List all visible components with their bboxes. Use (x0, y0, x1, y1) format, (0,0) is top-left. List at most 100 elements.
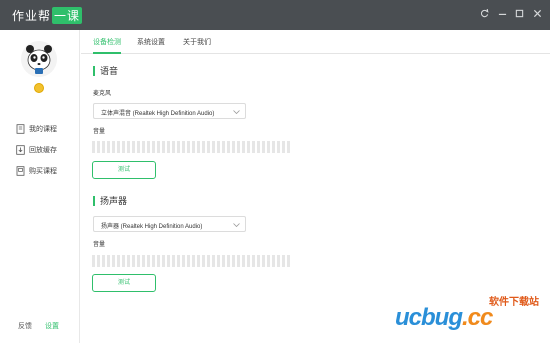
tab-bar: 设备检测 系统设置 关于我们 (81, 30, 550, 54)
meter-segment (287, 141, 290, 153)
chevron-down-icon (233, 110, 240, 114)
meter-segment (212, 141, 215, 153)
sidebar-item-replay-cache[interactable]: 回放缓存 (16, 143, 57, 157)
sidebar-item-my-courses[interactable]: 我的课程 (16, 122, 57, 136)
chevron-down-icon (233, 223, 240, 227)
meter-segment (277, 255, 280, 267)
meter-segment (207, 141, 210, 153)
meter-segment (267, 141, 270, 153)
meter-segment (92, 141, 95, 153)
watermark-brand-b: .cc (462, 304, 493, 331)
mic-select[interactable]: 立体声混音 (Realtek High Definition Audio) (93, 103, 246, 119)
meter-segment (282, 255, 285, 267)
title-bar: 作业帮 一课 (0, 0, 550, 30)
meter-segment (147, 141, 150, 153)
watermark-text: 软件下载站 (489, 297, 539, 308)
meter-segment (202, 141, 205, 153)
meter-segment (242, 255, 245, 267)
meter-segment (257, 255, 260, 267)
meter-segment (142, 255, 145, 267)
sidebar-item-label: 我的课程 (29, 126, 57, 133)
meter-segment (202, 255, 205, 267)
meter-segment (117, 141, 120, 153)
meter-segment (142, 141, 145, 153)
meter-segment (122, 141, 125, 153)
mic-volume-label: 音量 (93, 129, 106, 135)
meter-segment (152, 255, 155, 267)
meter-segment (102, 141, 105, 153)
speaker-volume-meter (92, 255, 291, 267)
meter-segment (122, 255, 125, 267)
meter-segment (152, 141, 155, 153)
feedback-link[interactable]: 反馈 (18, 321, 32, 331)
maximize-icon[interactable] (513, 7, 525, 21)
meter-segment (177, 141, 180, 153)
refresh-icon[interactable] (478, 7, 490, 21)
meter-segment (192, 141, 195, 153)
meter-segment (102, 255, 105, 267)
meter-segment (157, 255, 160, 267)
meter-segment (172, 255, 175, 267)
meter-segment (237, 141, 240, 153)
meter-segment (222, 255, 225, 267)
meter-segment (162, 255, 165, 267)
meter-segment (162, 141, 165, 153)
meter-segment (287, 255, 290, 267)
meter-segment (227, 141, 230, 153)
meter-segment (127, 255, 130, 267)
meter-segment (192, 255, 195, 267)
meter-segment (172, 141, 175, 153)
meter-segment (272, 255, 275, 267)
tab-system-settings[interactable]: 系统设置 (137, 37, 165, 52)
meter-segment (177, 255, 180, 267)
sidebar-item-buy-courses[interactable]: 购买课程 (16, 164, 57, 178)
speaker-select[interactable]: 扬声器 (Realtek High Definition Audio) (93, 216, 246, 232)
meter-segment (167, 141, 170, 153)
app-title-badge: 一课 (52, 7, 83, 24)
minimize-icon[interactable] (496, 7, 508, 21)
cart-icon (16, 166, 25, 176)
meter-segment (167, 255, 170, 267)
meter-segment (182, 255, 185, 267)
meter-segment (217, 141, 220, 153)
tab-device-check[interactable]: 设备检测 (93, 37, 121, 54)
watermark-brand: ucbug.cc (395, 304, 493, 332)
watermark-brand-a: ucbug (395, 304, 463, 331)
voice-section-title: 语音 (93, 66, 118, 76)
speaker-select-value: 扬声器 (Realtek High Definition Audio) (101, 224, 203, 230)
download-icon (16, 145, 25, 155)
meter-segment (137, 141, 140, 153)
avatar[interactable] (21, 41, 57, 77)
meter-segment (107, 255, 110, 267)
speaker-volume-label: 音量 (93, 242, 106, 248)
meter-segment (217, 255, 220, 267)
meter-segment (117, 255, 120, 267)
meter-segment (212, 255, 215, 267)
meter-segment (277, 141, 280, 153)
meter-segment (242, 141, 245, 153)
watermark-logo: 软件下载站 ucbug.cc (395, 293, 545, 337)
sidebar-item-label: 购买课程 (29, 168, 57, 175)
meter-segment (207, 255, 210, 267)
meter-segment (197, 141, 200, 153)
meter-segment (127, 141, 130, 153)
close-icon[interactable] (531, 7, 543, 21)
book-icon (16, 124, 25, 134)
meter-segment (227, 255, 230, 267)
meter-segment (247, 141, 250, 153)
meter-segment (132, 141, 135, 153)
meter-segment (107, 141, 110, 153)
tab-about-us[interactable]: 关于我们 (183, 37, 211, 52)
level-badge-icon (34, 83, 44, 93)
meter-segment (262, 255, 265, 267)
meter-segment (232, 141, 235, 153)
settings-link[interactable]: 设置 (45, 321, 59, 331)
meter-segment (187, 141, 190, 153)
meter-segment (112, 255, 115, 267)
meter-segment (252, 255, 255, 267)
meter-segment (92, 255, 95, 267)
mic-test-button[interactable]: 测试 (92, 161, 156, 179)
meter-segment (272, 141, 275, 153)
speaker-test-button[interactable]: 测试 (92, 274, 156, 292)
mic-label: 麦克风 (93, 91, 112, 97)
